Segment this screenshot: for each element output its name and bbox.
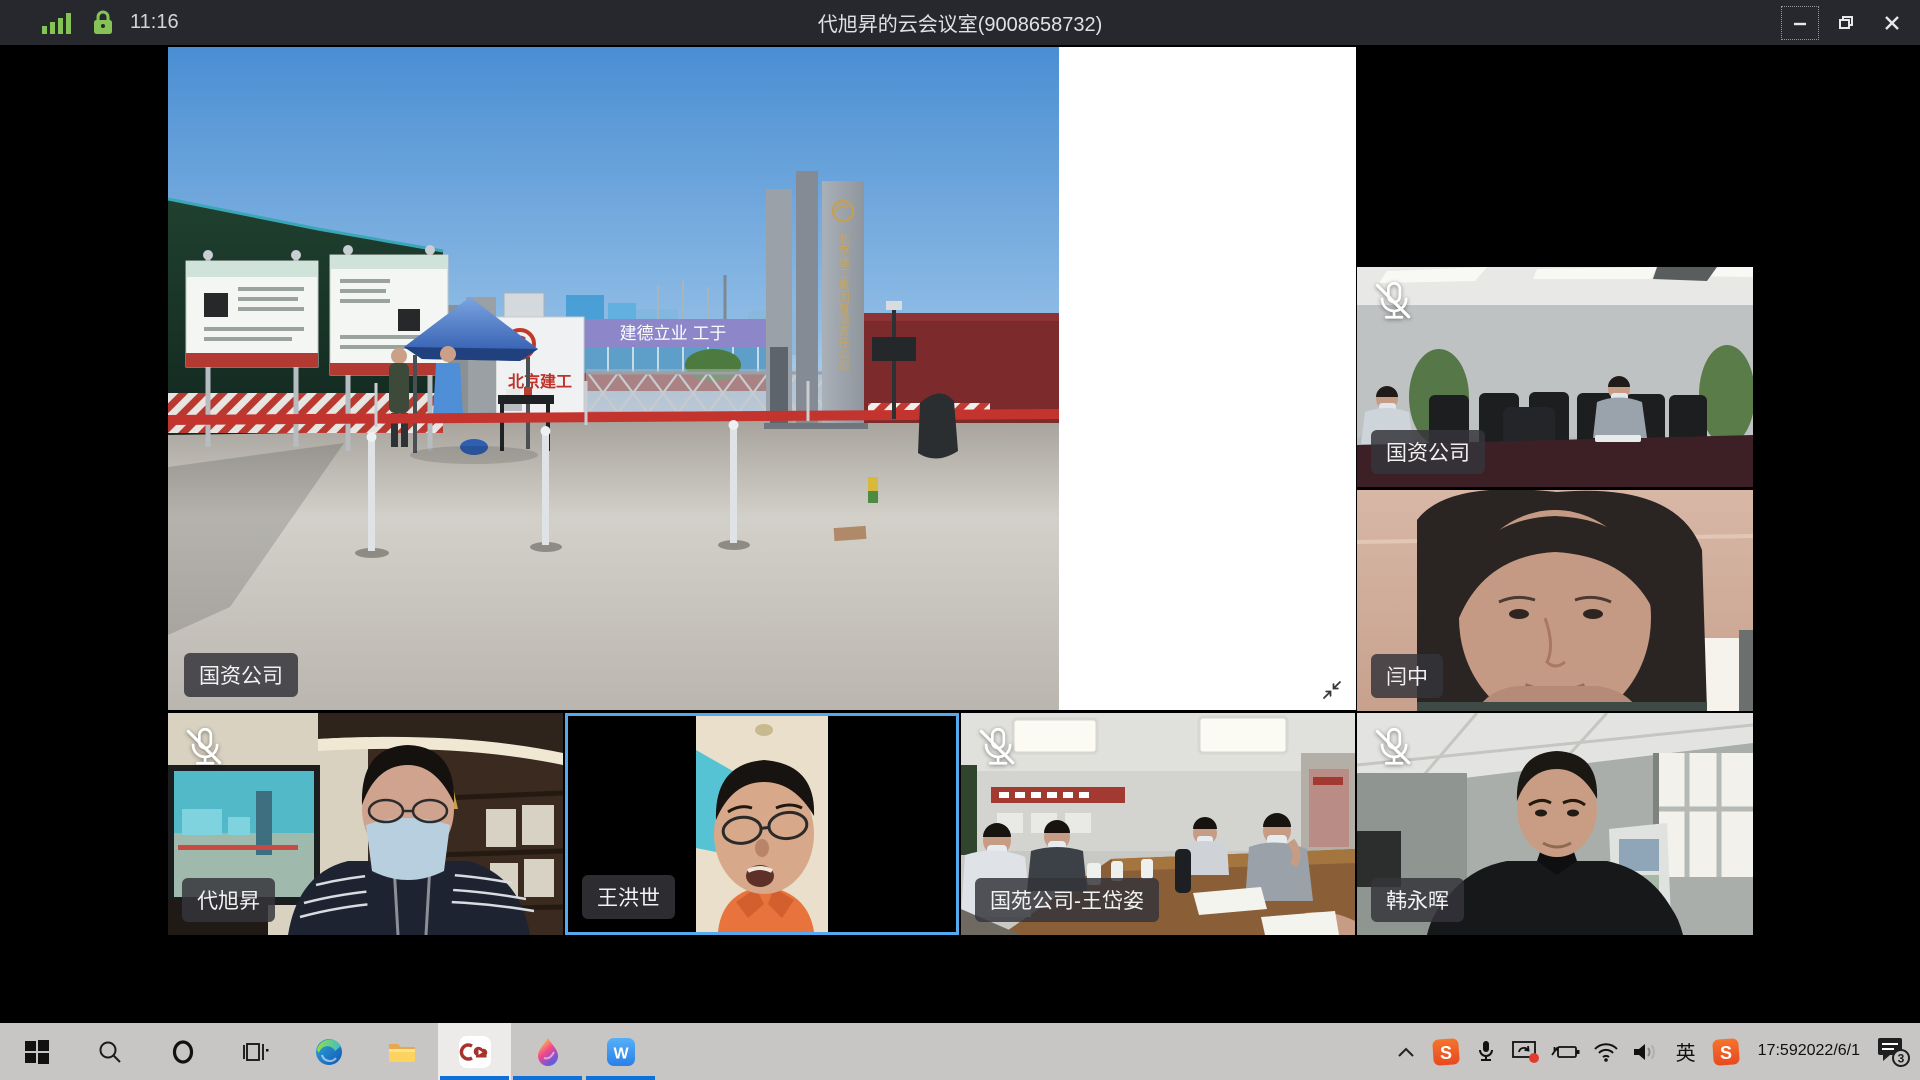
monument-text: 北京建工集团有限责任公司: [837, 233, 850, 371]
minimize-button[interactable]: [1780, 5, 1820, 41]
running-indicator: [586, 1076, 655, 1080]
video-tile-main-guozi[interactable]: 建德立业 工于: [168, 47, 1356, 710]
participant-name: 王洪世: [582, 875, 675, 919]
tray-date: 2022/6/1: [1798, 1041, 1860, 1062]
sogou-icon: S: [1712, 1038, 1740, 1066]
participant-name: 国苑公司-王岱姿: [975, 878, 1159, 922]
sogou-input-tray-button[interactable]: S: [1428, 1029, 1464, 1075]
meeting-window: 11:16 代旭昇的云会议室(9008658732): [0, 0, 1920, 1080]
file-explorer-icon: [387, 1038, 417, 1066]
meeting-room-title: 代旭昇的云会议室(9008658732): [0, 0, 1920, 45]
cast-display-tray-button[interactable]: [1508, 1029, 1544, 1075]
edge-icon: [314, 1037, 344, 1067]
exit-fullscreen-icon[interactable]: [1320, 678, 1344, 702]
close-button[interactable]: [1872, 5, 1912, 41]
close-icon: [1884, 15, 1900, 31]
cortana-icon: [170, 1039, 196, 1065]
wifi-tray-button[interactable]: [1588, 1029, 1624, 1075]
action-center-button[interactable]: 3: [1874, 1029, 1914, 1075]
minimize-icon: [1792, 15, 1808, 31]
file-explorer-button[interactable]: [365, 1023, 438, 1080]
participant-name: 闫中: [1371, 654, 1443, 698]
ime-language-indicator[interactable]: 英: [1668, 1029, 1704, 1075]
restore-icon: [1837, 14, 1855, 32]
gate-sign-text: 北京建工: [508, 372, 572, 391]
volume-icon: [1632, 1041, 1660, 1063]
video-tile-guoyuan-room[interactable]: 国苑公司-王岱姿: [961, 713, 1355, 935]
search-button[interactable]: [73, 1023, 146, 1080]
windows-logo-icon: [24, 1039, 50, 1065]
mic-muted-icon: [973, 723, 1019, 769]
volume-tray-button[interactable]: [1628, 1029, 1664, 1075]
participant-name: 韩永晖: [1371, 878, 1464, 922]
video-tile-hanyonghui[interactable]: 韩永晖: [1357, 713, 1753, 935]
wps-writer-icon: W: [605, 1036, 637, 1068]
edge-browser-button[interactable]: [292, 1023, 365, 1080]
video-tile-yanzhong[interactable]: 闫中: [1357, 490, 1753, 711]
video-tile-wanghongshi-active[interactable]: 王洪世: [565, 713, 959, 935]
search-icon: [97, 1039, 123, 1065]
chevron-up-icon: [1397, 1046, 1415, 1058]
cloud-meeting-app-button[interactable]: [438, 1023, 511, 1080]
mic-muted-icon: [1369, 723, 1415, 769]
site-gate-video: 建德立业 工于: [168, 47, 1059, 710]
sogou-icon: S: [1432, 1038, 1460, 1066]
video-tile-guozi-room[interactable]: 国资公司: [1357, 267, 1753, 487]
cloud-meeting-icon: [458, 1035, 492, 1069]
mic-muted-icon: [1369, 277, 1415, 323]
task-view-icon: [243, 1039, 269, 1065]
wps-letter: W: [613, 1045, 629, 1062]
notification-icon: 3: [1874, 1035, 1914, 1069]
wps-writer-app-button[interactable]: W: [584, 1023, 657, 1080]
titlebar: 11:16 代旭昇的云会议室(9008658732): [0, 0, 1920, 45]
task-view-button[interactable]: [219, 1023, 292, 1080]
running-indicator: [440, 1076, 509, 1080]
video-grid: 建德立业 工于: [0, 45, 1920, 1023]
participant-name: 代旭昇: [182, 878, 275, 922]
video-tile-daixusheng[interactable]: 代旭昇: [168, 713, 563, 935]
drop-browser-app-button[interactable]: [511, 1023, 584, 1080]
microphone-tray-button[interactable]: [1468, 1029, 1504, 1075]
battery-charging-icon: [1550, 1041, 1582, 1063]
sogou-tray-button-2[interactable]: S: [1708, 1029, 1744, 1075]
participant-name: 国资公司: [184, 653, 298, 697]
sogou-letter: S: [1720, 1043, 1732, 1063]
tray-show-hidden-button[interactable]: [1388, 1029, 1424, 1075]
sogou-letter: S: [1440, 1043, 1452, 1063]
portrait-strip: [696, 716, 828, 932]
wifi-icon: [1593, 1041, 1619, 1063]
color-drop-icon: [532, 1036, 564, 1068]
tray-clock[interactable]: 17:59 2022/6/1: [1748, 1029, 1870, 1075]
microphone-icon: [1474, 1039, 1498, 1065]
mic-muted-icon: [180, 723, 226, 769]
cast-display-icon: [1511, 1039, 1541, 1065]
tray-time: 17:59: [1758, 1041, 1798, 1062]
banner-text: 建德立业 工于: [620, 324, 727, 343]
notification-count: 3: [1898, 1051, 1905, 1065]
windows-taskbar: W S: [0, 1023, 1920, 1080]
cortana-button[interactable]: [146, 1023, 219, 1080]
participant-name: 国资公司: [1371, 430, 1485, 474]
start-button[interactable]: [0, 1023, 73, 1080]
battery-tray-button[interactable]: [1548, 1029, 1584, 1075]
running-indicator: [513, 1076, 582, 1080]
restore-button[interactable]: [1826, 5, 1866, 41]
